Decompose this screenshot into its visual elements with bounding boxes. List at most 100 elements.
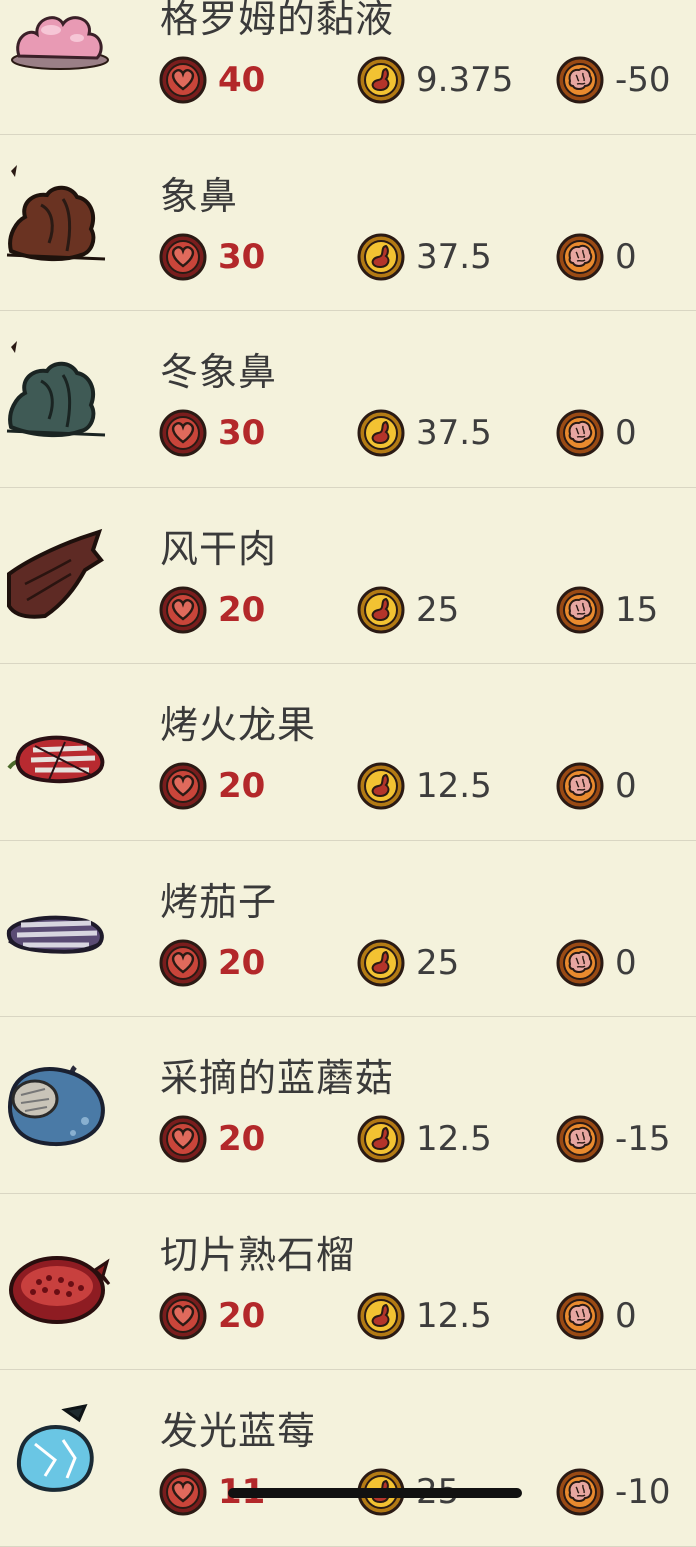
food-row[interactable]: 烤茄子 20 25 0 — [0, 841, 696, 1017]
blue-cap-icon — [8, 1065, 105, 1146]
health-value: 20 — [218, 1119, 266, 1159]
food-name: 发光蓝莓 — [160, 1409, 317, 1453]
sanity-value: -10 — [615, 1472, 671, 1512]
stomach-icon — [357, 762, 405, 810]
stomach-icon — [357, 1115, 405, 1163]
sanity-stat: 0 — [555, 759, 637, 813]
heart-icon — [159, 762, 207, 810]
hunger-stat: 12.5 — [356, 1289, 492, 1343]
health-value: 20 — [218, 942, 266, 983]
food-row[interactable]: 冬象鼻 30 37.5 0 — [0, 311, 696, 488]
stomach-icon — [357, 586, 405, 633]
food-name: 烤火龙果 — [160, 703, 317, 747]
brain-icon — [556, 1292, 604, 1339]
food-row[interactable]: 采摘的蓝蘑菇 20 12.5 -15 — [0, 1017, 696, 1194]
health-stat: 20 — [158, 1112, 265, 1166]
hunger-stat: 25 — [356, 583, 459, 637]
health-stat: 20 — [158, 583, 265, 637]
food-row[interactable]: 烤火龙果 20 12.5 0 — [0, 664, 696, 841]
jerky-icon — [0, 508, 120, 628]
food-name: 象鼻 — [160, 173, 239, 218]
food-name: 切片熟石榴 — [160, 1232, 356, 1277]
heart-icon — [159, 233, 207, 280]
sanity-stat: -50 — [555, 53, 671, 107]
brain-icon — [556, 233, 604, 280]
food-row[interactable]: 切片熟石榴 20 12.5 0 — [0, 1194, 696, 1370]
glommer-goop-icon — [0, 0, 120, 98]
hunger-value: 9.375 — [416, 60, 514, 100]
sanity-stat: 0 — [555, 1289, 637, 1343]
blue-cap-icon — [0, 1037, 120, 1157]
heart-icon — [159, 586, 207, 633]
sanity-stat: -15 — [555, 1112, 671, 1166]
koalefant-trunk-icon — [6, 164, 106, 261]
heart-icon — [159, 939, 207, 986]
sanity-value: 0 — [615, 413, 637, 453]
brain-icon — [556, 762, 604, 810]
winter-koalefant-trunk-icon — [6, 341, 106, 438]
brain-icon — [556, 586, 604, 633]
food-row[interactable]: 风干肉 20 25 15 — [0, 488, 696, 664]
heart-icon — [159, 1292, 207, 1339]
health-stat: 20 — [158, 759, 265, 813]
food-name: 采摘的蓝蘑菇 — [160, 1056, 395, 1100]
cooked-pomegranate-icon — [9, 1255, 111, 1324]
hunger-value: 12.5 — [416, 766, 492, 806]
roasted-dragon-fruit-icon — [7, 735, 105, 784]
stomach-icon — [357, 56, 405, 104]
hunger-stat: 25 — [356, 936, 459, 990]
hunger-stat: 37.5 — [356, 406, 492, 460]
stomach-icon — [357, 1292, 405, 1339]
brain-icon — [556, 56, 604, 104]
glowberry-icon — [0, 1390, 120, 1510]
stomach-icon — [357, 939, 405, 986]
brain-icon — [556, 1468, 604, 1516]
heart-icon — [159, 1115, 207, 1163]
sanity-value: 0 — [615, 236, 637, 277]
food-row[interactable]: 格罗姆的黏液 40 9.375 -50 — [0, 0, 696, 135]
heart-icon — [159, 1468, 207, 1516]
hunger-value: 12.5 — [416, 1295, 492, 1336]
hunger-value: 37.5 — [416, 236, 492, 277]
roasted-dragon-fruit-icon — [0, 684, 120, 804]
health-value: 40 — [218, 60, 266, 100]
food-row[interactable]: 发光蓝莓1125-10 — [0, 1370, 696, 1547]
health-stat: 40 — [158, 53, 265, 107]
heart-icon — [159, 409, 207, 457]
sanity-value: -15 — [615, 1119, 671, 1159]
sanity-value: 0 — [615, 766, 637, 806]
hunger-value: 25 — [416, 942, 460, 983]
food-row[interactable]: 象鼻 30 37.5 0 — [0, 135, 696, 311]
cooked-pomegranate-icon — [0, 1214, 120, 1334]
health-value: 30 — [218, 413, 266, 453]
glommer-goop-icon — [11, 16, 109, 70]
health-value: 30 — [218, 236, 266, 277]
jerky-icon — [7, 528, 104, 619]
hunger-value: 37.5 — [416, 413, 492, 453]
sanity-stat: 15 — [555, 583, 658, 637]
health-stat: 30 — [158, 406, 265, 460]
health-value: 20 — [218, 589, 266, 630]
food-name: 冬象鼻 — [160, 350, 278, 394]
sanity-stat: 0 — [555, 230, 637, 284]
food-list: 格罗姆的黏液 40 9.375 -50 象鼻 30 37.5 0 冬象鼻 30 37.5 0 风干肉 20… — [0, 0, 696, 1547]
health-stat: 20 — [158, 1289, 265, 1343]
koalefant-trunk-icon — [0, 155, 120, 275]
hunger-stat: 37.5 — [356, 230, 492, 284]
sanity-value: 0 — [615, 1295, 637, 1336]
winter-koalefant-trunk-icon — [0, 331, 120, 451]
hunger-stat: 9.375 — [356, 53, 513, 107]
health-stat: 30 — [158, 230, 265, 284]
brain-icon — [556, 409, 604, 457]
hunger-stat: 12.5 — [356, 1112, 492, 1166]
sanity-stat: 0 — [555, 936, 637, 990]
sanity-value: 0 — [615, 942, 637, 983]
hunger-value: 12.5 — [416, 1119, 492, 1159]
sanity-value: -50 — [615, 60, 671, 100]
sanity-value: 15 — [615, 589, 659, 630]
sanity-stat: 0 — [555, 406, 637, 460]
hunger-stat: 12.5 — [356, 759, 492, 813]
food-name: 风干肉 — [160, 526, 278, 571]
health-value: 20 — [218, 766, 266, 806]
home-indicator[interactable] — [228, 1488, 522, 1498]
